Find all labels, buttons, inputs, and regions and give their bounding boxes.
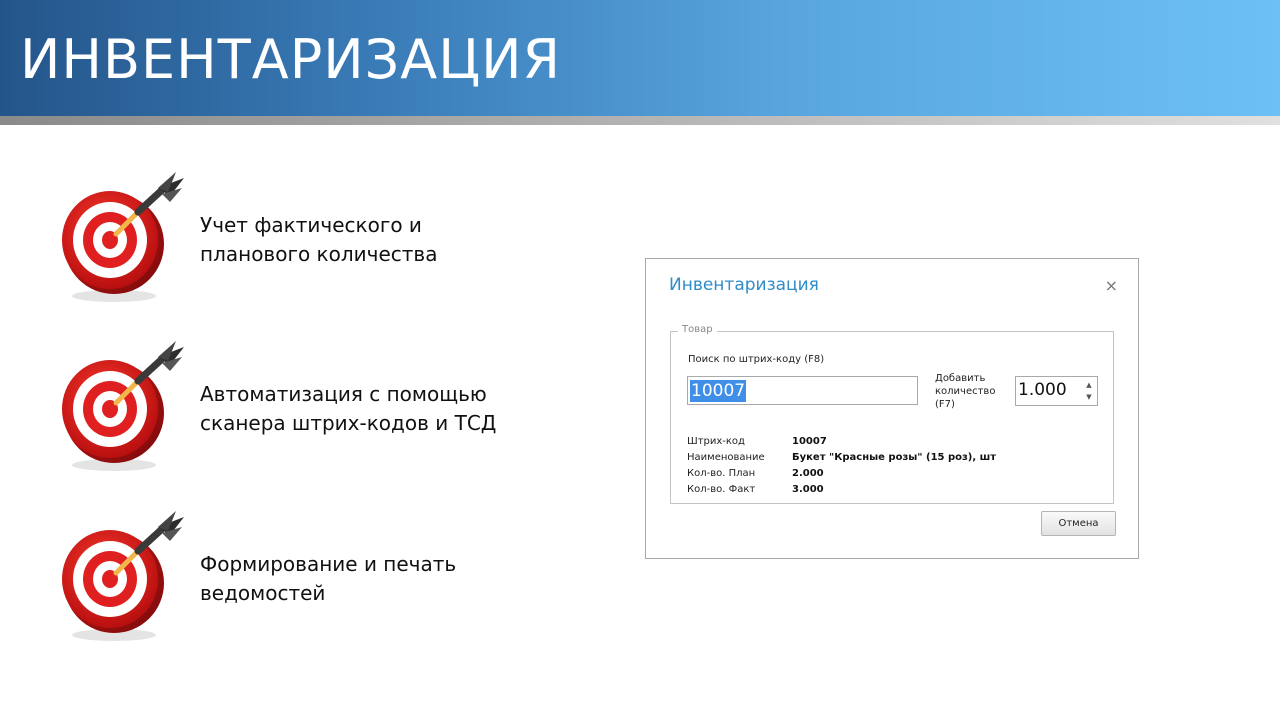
detail-label: Кол-во. Факт <box>687 484 756 495</box>
detail-value: 3.000 <box>792 484 824 495</box>
header-divider <box>0 116 1280 125</box>
detail-row: Наименование Букет "Красные розы" (15 роз… <box>687 450 996 466</box>
feature-item-accounting: Учет фактического и планового количества <box>52 168 612 308</box>
detail-row: Кол-во. Факт 3.000 <box>687 482 996 498</box>
feature-line: сканера штрих-кодов и ТСД <box>200 411 497 435</box>
product-groupbox: Товар Поиск по штрих-коду (F8) 10007 Доб… <box>670 324 1114 504</box>
feature-item-automation: Автоматизация с помощью сканера штрих-ко… <box>52 337 612 477</box>
target-dart-icon <box>52 507 192 647</box>
detail-value: 2.000 <box>792 468 824 479</box>
detail-row: Кол-во. План 2.000 <box>687 466 996 482</box>
quantity-value: 1.000 <box>1018 380 1067 400</box>
detail-row: Штрих-код 10007 <box>687 434 996 450</box>
feature-line: планового количества <box>200 242 438 266</box>
feature-text: Учет фактического и планового количества <box>200 211 437 269</box>
feature-line: ведомостей <box>200 581 326 605</box>
feature-item-printing: Формирование и печать ведомостей <box>52 507 612 647</box>
detail-label: Наименование <box>687 452 765 463</box>
barcode-search-input[interactable]: 10007 <box>687 376 918 405</box>
inventory-dialog: Инвентаризация × Товар Поиск по штрих-ко… <box>645 258 1139 559</box>
search-input-value: 10007 <box>690 379 747 402</box>
add-quantity-label-line: количество <box>935 386 996 397</box>
detail-value: Букет "Красные розы" (15 роз), шт <box>792 452 997 463</box>
add-quantity-label-line: Добавить <box>935 373 986 384</box>
target-dart-icon <box>52 337 192 477</box>
spin-down-icon[interactable]: ▼ <box>1083 391 1095 403</box>
slide-title: ИНВЕНТАРИЗАЦИЯ <box>20 28 562 91</box>
close-icon[interactable]: × <box>1105 278 1118 294</box>
cancel-button[interactable]: Отмена <box>1041 511 1116 536</box>
feature-line: Автоматизация с помощью <box>200 382 487 406</box>
add-quantity-label: Добавить количество (F7) <box>935 372 1015 411</box>
detail-value: 10007 <box>792 436 827 447</box>
spin-up-icon[interactable]: ▲ <box>1083 379 1095 391</box>
add-quantity-label-line: (F7) <box>935 399 955 410</box>
title-banner: ИНВЕНТАРИЗАЦИЯ <box>0 0 1280 116</box>
detail-label: Кол-во. План <box>687 468 756 479</box>
feature-text: Формирование и печать ведомостей <box>200 550 456 608</box>
feature-text: Автоматизация с помощью сканера штрих-ко… <box>200 380 496 438</box>
detail-label: Штрих-код <box>687 436 745 447</box>
search-label: Поиск по штрих-коду (F8) <box>688 354 825 365</box>
target-dart-icon <box>52 168 192 308</box>
quantity-stepper[interactable]: 1.000 ▲ ▼ <box>1015 376 1098 406</box>
feature-line: Формирование и печать <box>200 552 457 576</box>
product-details: Штрих-код 10007 Наименование Букет "Красны… <box>687 434 996 498</box>
feature-line: Учет фактического и <box>200 213 422 237</box>
group-label: Товар <box>678 324 717 335</box>
dialog-title: Инвентаризация <box>669 275 819 295</box>
